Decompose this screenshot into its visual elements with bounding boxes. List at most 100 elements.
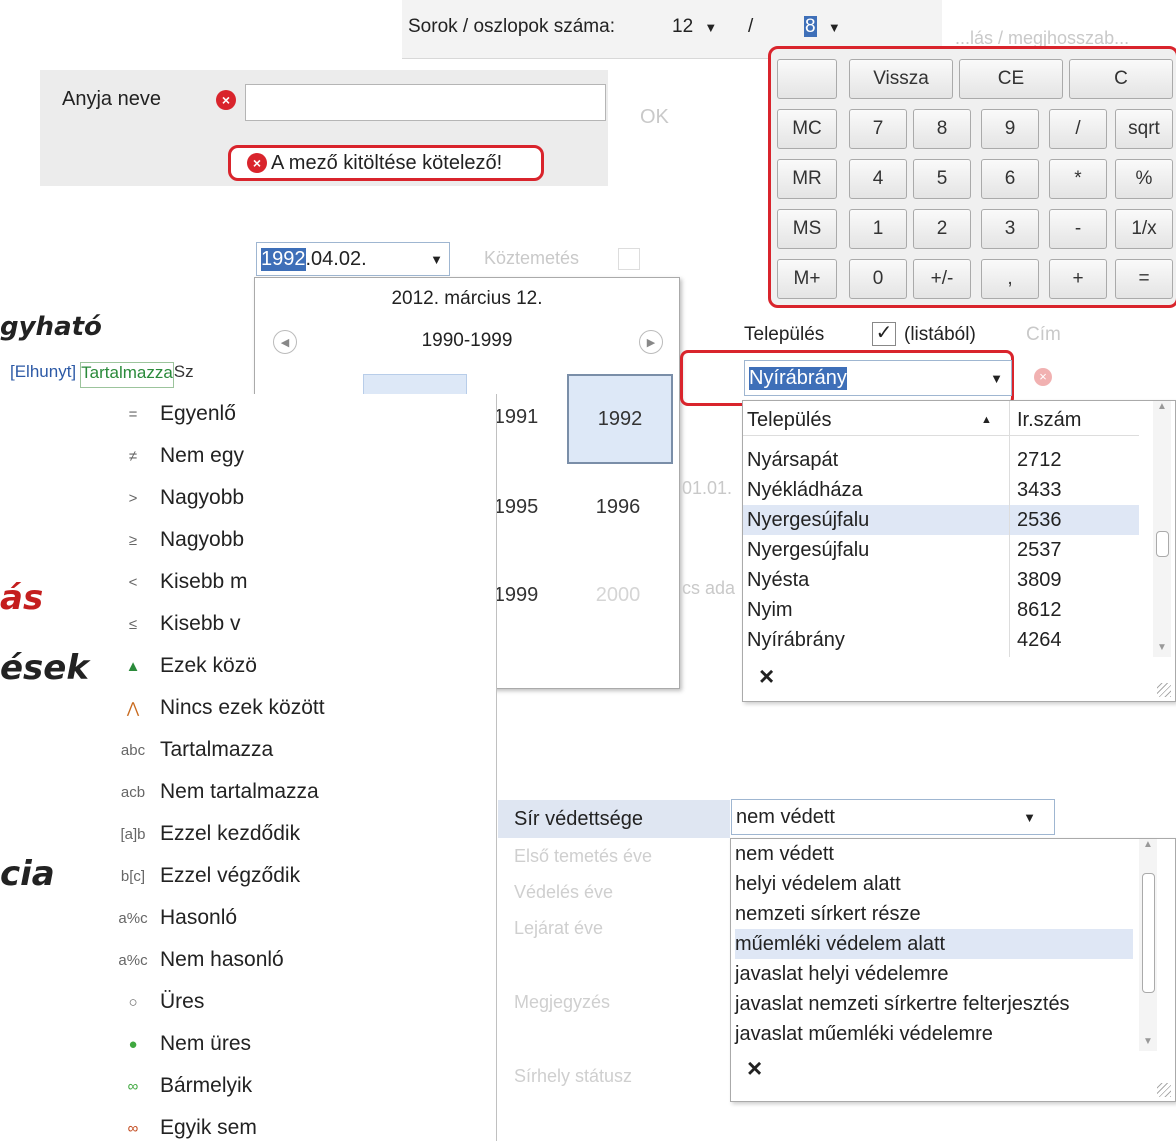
calc-c-key[interactable]: C <box>1069 59 1173 99</box>
grave-option[interactable]: javaslat műemléki védelemre <box>735 1019 1133 1049</box>
ok-button[interactable]: OK <box>640 106 669 129</box>
filter-tag-deceased[interactable]: [Elhunyt] <box>10 362 76 388</box>
calc-ce-key[interactable]: CE <box>959 59 1063 99</box>
calc-sign-key[interactable]: +/- <box>913 259 971 299</box>
calc-8-key[interactable]: 8 <box>913 109 971 149</box>
column-divider <box>1009 401 1010 657</box>
settlement-combobox[interactable]: Nyírábrány ▼ <box>744 360 1012 396</box>
menu-item-between[interactable]: ▲ Ezek közö <box>106 646 496 686</box>
grave-option[interactable]: nem védett <box>735 839 1133 869</box>
menu-item-none[interactable]: ∞ Egyik sem <box>106 1108 496 1148</box>
grave-protection-combobox[interactable]: nem védett ▼ <box>731 799 1055 835</box>
date-input[interactable]: 1992 .04.02. ▼ <box>256 242 450 276</box>
cols-count-select[interactable]: 8 ▼ <box>804 16 841 38</box>
calc-equals-key[interactable]: = <box>1115 259 1173 299</box>
filter-tag-contains[interactable]: Tartalmazza <box>80 362 174 388</box>
calc-divide-key[interactable]: / <box>1049 109 1107 149</box>
scroll-thumb[interactable] <box>1142 873 1155 993</box>
settlement-row[interactable]: Nyergesújfalu 2536 <box>743 505 1139 535</box>
year-cell[interactable]: 2000 <box>567 552 669 638</box>
grave-option[interactable]: javaslat helyi védelemre <box>735 959 1133 989</box>
public-burial-checkbox[interactable] <box>618 248 640 270</box>
resize-grip-icon[interactable] <box>1157 683 1171 697</box>
menu-item-not-like[interactable]: a%c Nem hasonló <box>106 940 496 980</box>
scroll-up-icon[interactable]: ▲ <box>1153 401 1171 412</box>
scroll-thumb[interactable] <box>1156 531 1169 557</box>
menu-item-not-between[interactable]: ⋀ Nincs ezek között <box>106 688 496 728</box>
settlement-scrollbar[interactable]: ▲ ▼ <box>1153 401 1171 657</box>
chevron-down-icon[interactable]: ▼ <box>990 371 1003 386</box>
menu-item-any[interactable]: ∞ Bármelyik <box>106 1066 496 1106</box>
calc-mplus-key[interactable]: M+ <box>777 259 837 299</box>
year-cell[interactable]: 1996 <box>567 464 669 550</box>
grave-option-highlighted[interactable]: műemléki védelem alatt <box>735 929 1133 959</box>
menu-item-empty[interactable]: ○ Üres <box>106 982 496 1022</box>
scroll-down-icon[interactable]: ▼ <box>1153 642 1171 653</box>
from-list-checkbox[interactable]: ✓ <box>872 322 896 346</box>
menu-item-not-empty[interactable]: ● Nem üres <box>106 1024 496 1064</box>
menu-item-not-contains[interactable]: acb Nem tartalmazza <box>106 772 496 812</box>
menu-item-label: Egyik sem <box>160 1116 257 1139</box>
menu-item-not-equal[interactable]: ≠ Nem egy <box>106 436 496 476</box>
close-icon[interactable]: × <box>759 661 774 692</box>
calc-0-key[interactable]: 0 <box>849 259 907 299</box>
settlement-row[interactable]: Nyim 8612 <box>743 595 1139 625</box>
mother-name-input[interactable] <box>245 84 606 121</box>
year-cell-selected[interactable]: 1992 <box>567 374 673 464</box>
calc-1-key[interactable]: 1 <box>849 209 907 249</box>
calc-percent-key[interactable]: % <box>1115 159 1173 199</box>
calc-multiply-key[interactable]: * <box>1049 159 1107 199</box>
rows-count-select[interactable]: 12 ▼ <box>672 16 717 38</box>
calc-2-key[interactable]: 2 <box>913 209 971 249</box>
settlement-col-header[interactable]: Település <box>743 409 1009 432</box>
calc-4-key[interactable]: 4 <box>849 159 907 199</box>
calc-mr-key[interactable]: MR <box>777 159 837 199</box>
calc-5-key[interactable]: 5 <box>913 159 971 199</box>
settlement-row[interactable]: Nyésta 3809 <box>743 565 1139 595</box>
scroll-down-icon[interactable]: ▼ <box>1139 1036 1157 1047</box>
calc-decimal-key[interactable]: , <box>981 259 1039 299</box>
calc-7-key[interactable]: 7 <box>849 109 907 149</box>
zip-col-header[interactable]: Ir.szám <box>1009 409 1081 432</box>
menu-item-starts-with[interactable]: [a]b Ezzel kezdődik <box>106 814 496 854</box>
settlement-row[interactable]: Nyergesújfalu 2537 <box>743 535 1139 565</box>
scroll-up-icon[interactable]: ▲ <box>1139 839 1157 850</box>
menu-item-ends-with[interactable]: b[c] Ezzel végződik <box>106 856 496 896</box>
grave-option[interactable]: javaslat nemzeti sírkertre felterjesztés <box>735 989 1133 1019</box>
calc-minus-key[interactable]: - <box>1049 209 1107 249</box>
settlement-row[interactable]: Nyírábrány 4264 <box>743 625 1139 655</box>
filter-tag-next[interactable]: Sz <box>174 362 194 388</box>
menu-item-like[interactable]: a%c Hasonló <box>106 898 496 938</box>
calc-3-key[interactable]: 3 <box>981 209 1039 249</box>
calc-backspace-key[interactable]: Vissza <box>849 59 953 99</box>
grave-option[interactable]: helyi védelem alatt <box>735 869 1133 899</box>
calendar-today-label[interactable]: 2012. március 12. <box>255 288 679 310</box>
menu-item-less-equal[interactable]: ≤ Kisebb v <box>106 604 496 644</box>
calc-plus-key[interactable]: + <box>1049 259 1107 299</box>
calc-sqrt-key[interactable]: sqrt <box>1115 109 1173 149</box>
calc-mc-key[interactable]: MC <box>777 109 837 149</box>
decade-label[interactable]: 1990-1999 <box>255 330 679 352</box>
settlement-header-label: Település <box>744 324 825 345</box>
close-icon[interactable]: × <box>747 1053 762 1084</box>
calc-ms-key[interactable]: MS <box>777 209 837 249</box>
calc-reciprocal-key[interactable]: 1/x <box>1115 209 1173 249</box>
settlement-row[interactable]: Nyékládháza 3433 <box>743 475 1139 505</box>
menu-item-equal[interactable]: = Egyenlő <box>106 394 496 434</box>
menu-item-contains[interactable]: abc Tartalmazza <box>106 730 496 770</box>
clear-settlement-icon[interactable]: × <box>1034 368 1052 386</box>
resize-grip-icon[interactable] <box>1157 1083 1171 1097</box>
menu-item-greater-equal[interactable]: ≥ Nagyobb <box>106 520 496 560</box>
calc-9-key[interactable]: 9 <box>981 109 1039 149</box>
chevron-down-icon[interactable]: ▼ <box>430 252 443 267</box>
next-decade-icon[interactable]: ▶ <box>639 330 663 354</box>
menu-item-less[interactable]: < Kisebb m <box>106 562 496 602</box>
grave-scrollbar[interactable]: ▲ ▼ <box>1139 839 1157 1051</box>
calc-6-key[interactable]: 6 <box>981 159 1039 199</box>
grave-option[interactable]: nemzeti sírkert része <box>735 899 1133 929</box>
settlement-row[interactable]: Nyársapát 2712 <box>743 445 1139 475</box>
chevron-down-icon[interactable]: ▼ <box>1023 810 1036 825</box>
calc-blank-key[interactable] <box>777 59 837 99</box>
faded-field-label: Lejárat éve <box>514 918 604 938</box>
menu-item-greater[interactable]: > Nagyobb <box>106 478 496 518</box>
